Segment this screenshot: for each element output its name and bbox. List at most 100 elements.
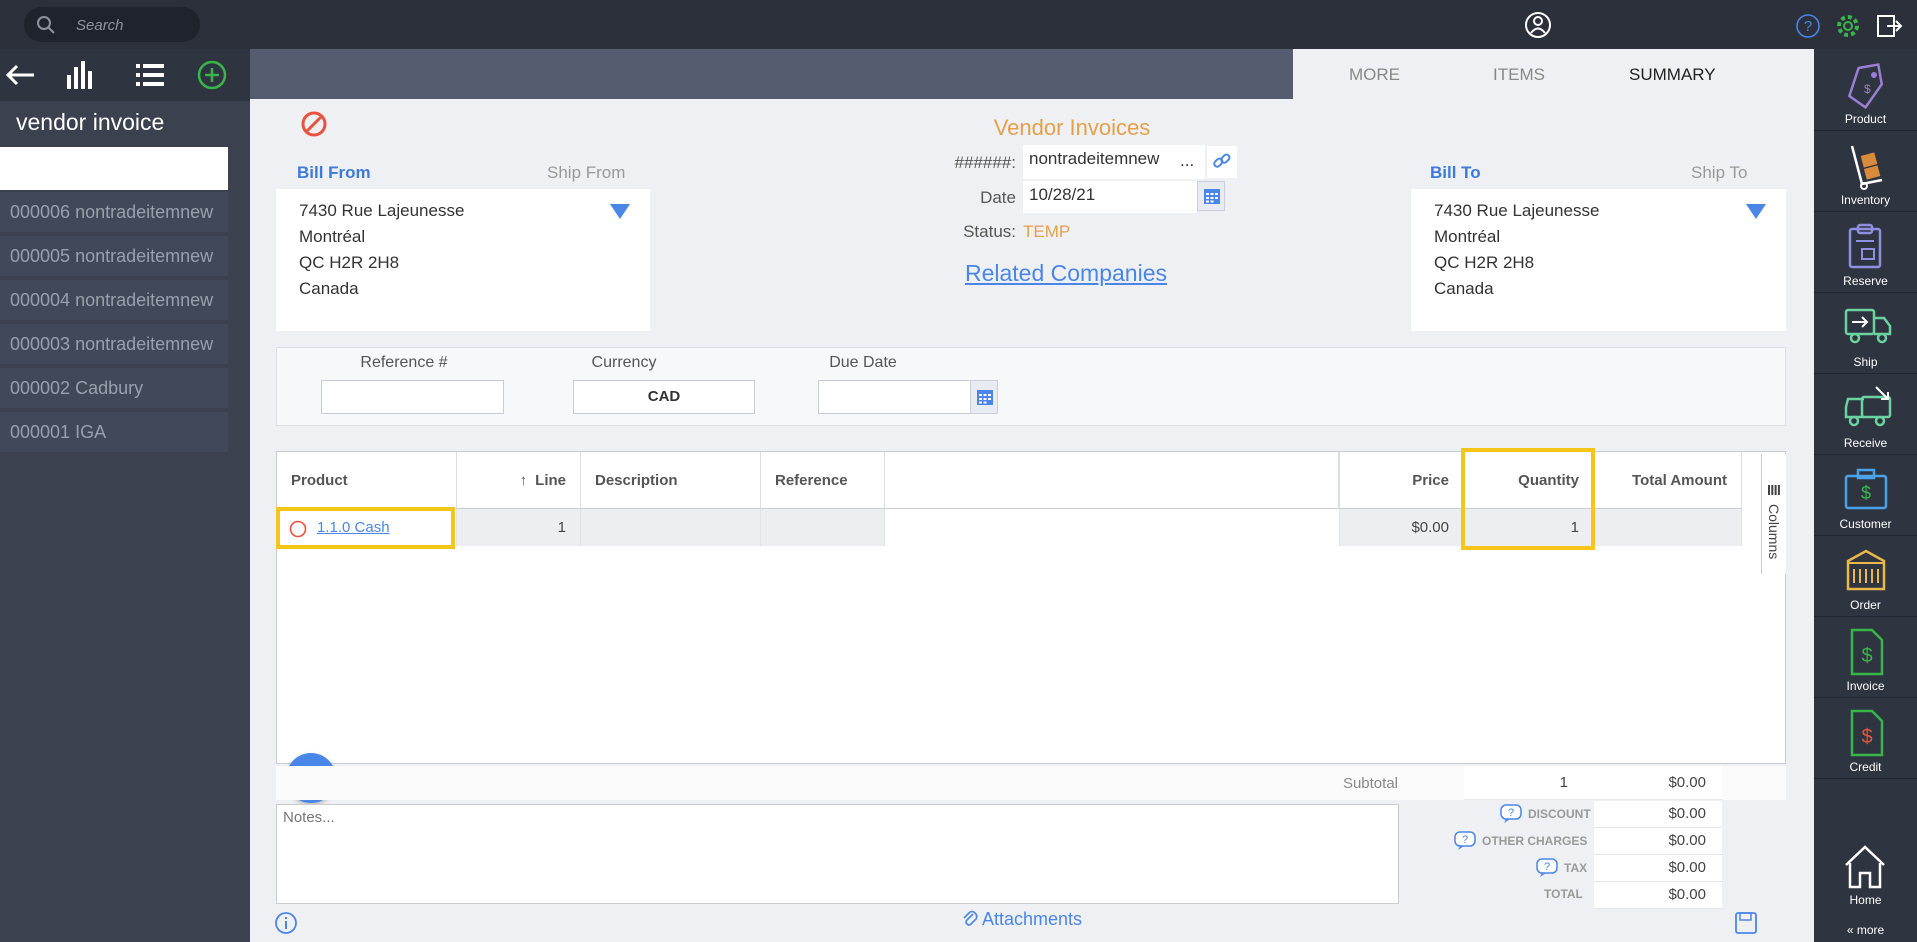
reference-label: Reference # bbox=[360, 354, 448, 371]
more-link[interactable]: « more bbox=[1814, 923, 1917, 937]
sidebar-filter-input[interactable] bbox=[0, 147, 228, 190]
nav-ship[interactable]: Ship bbox=[1814, 294, 1917, 374]
save-icon[interactable] bbox=[1734, 911, 1758, 935]
back-arrow-icon[interactable] bbox=[4, 59, 36, 91]
grid-cell-total-amount[interactable] bbox=[1594, 509, 1742, 546]
svg-text:?: ? bbox=[1804, 18, 1812, 35]
due-date-input[interactable] bbox=[818, 380, 971, 414]
notes-textarea[interactable] bbox=[276, 804, 1399, 904]
nav-home[interactable]: Home bbox=[1814, 841, 1917, 913]
total-value: $0.00 bbox=[1594, 882, 1722, 909]
calendar-icon bbox=[1204, 189, 1220, 204]
sidebar-list-item[interactable]: 000002 Cadbury bbox=[0, 368, 228, 408]
dropdown-triangle-icon[interactable] bbox=[1746, 204, 1766, 219]
sidebar-list-item[interactable]: 000004 nontradeitemnew bbox=[0, 280, 228, 320]
discount-value[interactable]: $0.00 bbox=[1594, 801, 1722, 828]
left-sidebar: vendor invoice 000006 nontradeitemnew 00… bbox=[0, 49, 250, 942]
column-header-total-amount[interactable]: Total Amount bbox=[1594, 452, 1742, 509]
number-value: nontradeitemnew bbox=[1029, 149, 1160, 168]
tax-row: ? TAX bbox=[1536, 858, 1596, 880]
columns-label: Columns bbox=[1766, 504, 1782, 560]
search-box[interactable]: Search bbox=[24, 7, 200, 42]
bill-from-address: 7430 Rue Lajeunesse Montréal QC H2R 2H8 … bbox=[276, 189, 650, 331]
column-header-description[interactable]: Description bbox=[581, 452, 761, 509]
currency-select[interactable]: CAD bbox=[573, 380, 755, 414]
other-charges-value[interactable]: $0.00 bbox=[1594, 828, 1722, 855]
ship-to-label[interactable]: Ship To bbox=[1691, 163, 1747, 183]
tab-more[interactable]: MORE bbox=[1349, 65, 1400, 85]
nav-invoice[interactable]: $ Invoice bbox=[1814, 618, 1917, 698]
add-circle-icon[interactable] bbox=[196, 59, 228, 91]
dropdown-triangle-icon[interactable] bbox=[610, 204, 630, 219]
tax-info-icon[interactable]: ? bbox=[1536, 858, 1558, 878]
total-label: TOTAL bbox=[1544, 887, 1583, 901]
cancel-icon[interactable] bbox=[300, 110, 328, 138]
date-value: 10/28/21 bbox=[1029, 185, 1096, 204]
form-title: Vendor Invoices bbox=[993, 115, 1151, 140]
help-icon[interactable]: ? bbox=[1796, 14, 1820, 38]
column-header-line[interactable]: ↑ Line bbox=[457, 452, 581, 509]
sidebar-list-item[interactable]: 000003 nontradeitemnew bbox=[0, 324, 228, 364]
number-field[interactable]: nontradeitemnew bbox=[1023, 145, 1205, 179]
tab-items[interactable]: ITEMS bbox=[1493, 65, 1545, 85]
due-date-calendar-button[interactable] bbox=[970, 380, 998, 414]
credit-document-icon: $ bbox=[1850, 709, 1884, 757]
nav-order[interactable]: Order bbox=[1814, 537, 1917, 617]
related-companies-link[interactable]: Related Companies bbox=[930, 260, 1202, 287]
due-date-label: Due Date bbox=[829, 354, 897, 371]
nav-product[interactable]: $ Product bbox=[1814, 51, 1917, 131]
sidebar-list-item[interactable]: 000005 nontradeitemnew bbox=[0, 236, 228, 276]
date-field[interactable]: 10/28/21 bbox=[1023, 181, 1197, 213]
link-button[interactable] bbox=[1207, 146, 1237, 178]
grid-cell-price[interactable]: $0.00 bbox=[1339, 509, 1464, 546]
calendar-icon bbox=[977, 390, 993, 405]
gear-icon[interactable] bbox=[1834, 12, 1862, 40]
discount-info-icon[interactable]: ? bbox=[1500, 804, 1522, 824]
grid-cell-description[interactable] bbox=[581, 509, 761, 546]
chart-icon[interactable] bbox=[64, 59, 96, 91]
list-icon[interactable] bbox=[134, 59, 166, 91]
sidebar-title: vendor invoice bbox=[16, 109, 165, 135]
sidebar-list-item[interactable]: 000001 IGA bbox=[0, 412, 228, 452]
sidebar-list-item[interactable]: 000006 nontradeitemnew bbox=[0, 192, 228, 232]
user-icon[interactable] bbox=[1524, 11, 1552, 39]
svg-text:$: $ bbox=[1861, 483, 1871, 503]
bill-to-label[interactable]: Bill To bbox=[1430, 163, 1481, 183]
nav-ship-label: Ship bbox=[1853, 355, 1878, 369]
attachments-link[interactable]: Attachments bbox=[962, 909, 1082, 930]
product-tag-icon: $ bbox=[1847, 63, 1884, 110]
nav-customer[interactable]: $ Customer bbox=[1814, 456, 1917, 536]
nav-credit[interactable]: $ Credit bbox=[1814, 699, 1917, 779]
tax-value[interactable]: $0.00 bbox=[1594, 855, 1722, 882]
attachments-label: Attachments bbox=[982, 909, 1083, 929]
column-header-product[interactable]: Product bbox=[277, 452, 457, 509]
main-panel: MORE ITEMS SUMMARY Vendor Invoices Bill … bbox=[250, 49, 1814, 942]
columns-tab[interactable]: Columns bbox=[1761, 454, 1786, 574]
column-header-price[interactable]: Price bbox=[1339, 452, 1464, 509]
grid-cell-line[interactable]: 1 bbox=[457, 509, 581, 546]
other-charges-info-icon[interactable]: ? bbox=[1454, 831, 1476, 851]
grid-cell-reference[interactable] bbox=[761, 509, 885, 546]
date-label: Date bbox=[980, 188, 1016, 207]
tab-bar: MORE ITEMS SUMMARY bbox=[1293, 49, 1814, 99]
nav-inventory[interactable]: Inventory bbox=[1814, 132, 1917, 212]
nav-reserve[interactable]: Reserve bbox=[1814, 213, 1917, 293]
bill-from-label[interactable]: Bill From bbox=[297, 163, 371, 183]
exit-icon[interactable] bbox=[1875, 12, 1903, 40]
info-icon[interactable] bbox=[274, 911, 298, 935]
reference-input[interactable] bbox=[321, 380, 504, 414]
number-more[interactable]: ... bbox=[1180, 151, 1194, 171]
address-line: 7430 Rue Lajeunesse bbox=[1434, 201, 1600, 220]
ship-from-label[interactable]: Ship From bbox=[547, 163, 625, 183]
address-line: Canada bbox=[1434, 279, 1494, 298]
nav-reserve-label: Reserve bbox=[1843, 274, 1888, 288]
subtotal-value: $0.00 bbox=[1594, 766, 1722, 800]
nav-home-label: Home bbox=[1849, 893, 1882, 907]
date-calendar-button[interactable] bbox=[1197, 181, 1225, 211]
search-icon bbox=[37, 16, 55, 34]
column-header-reference[interactable]: Reference bbox=[761, 452, 885, 509]
search-placeholder: Search bbox=[76, 17, 124, 34]
tab-summary[interactable]: SUMMARY bbox=[1629, 65, 1716, 85]
nav-receive[interactable]: Receive bbox=[1814, 375, 1917, 455]
items-grid: Product ↑ Line Description Reference Pric… bbox=[276, 448, 1786, 764]
